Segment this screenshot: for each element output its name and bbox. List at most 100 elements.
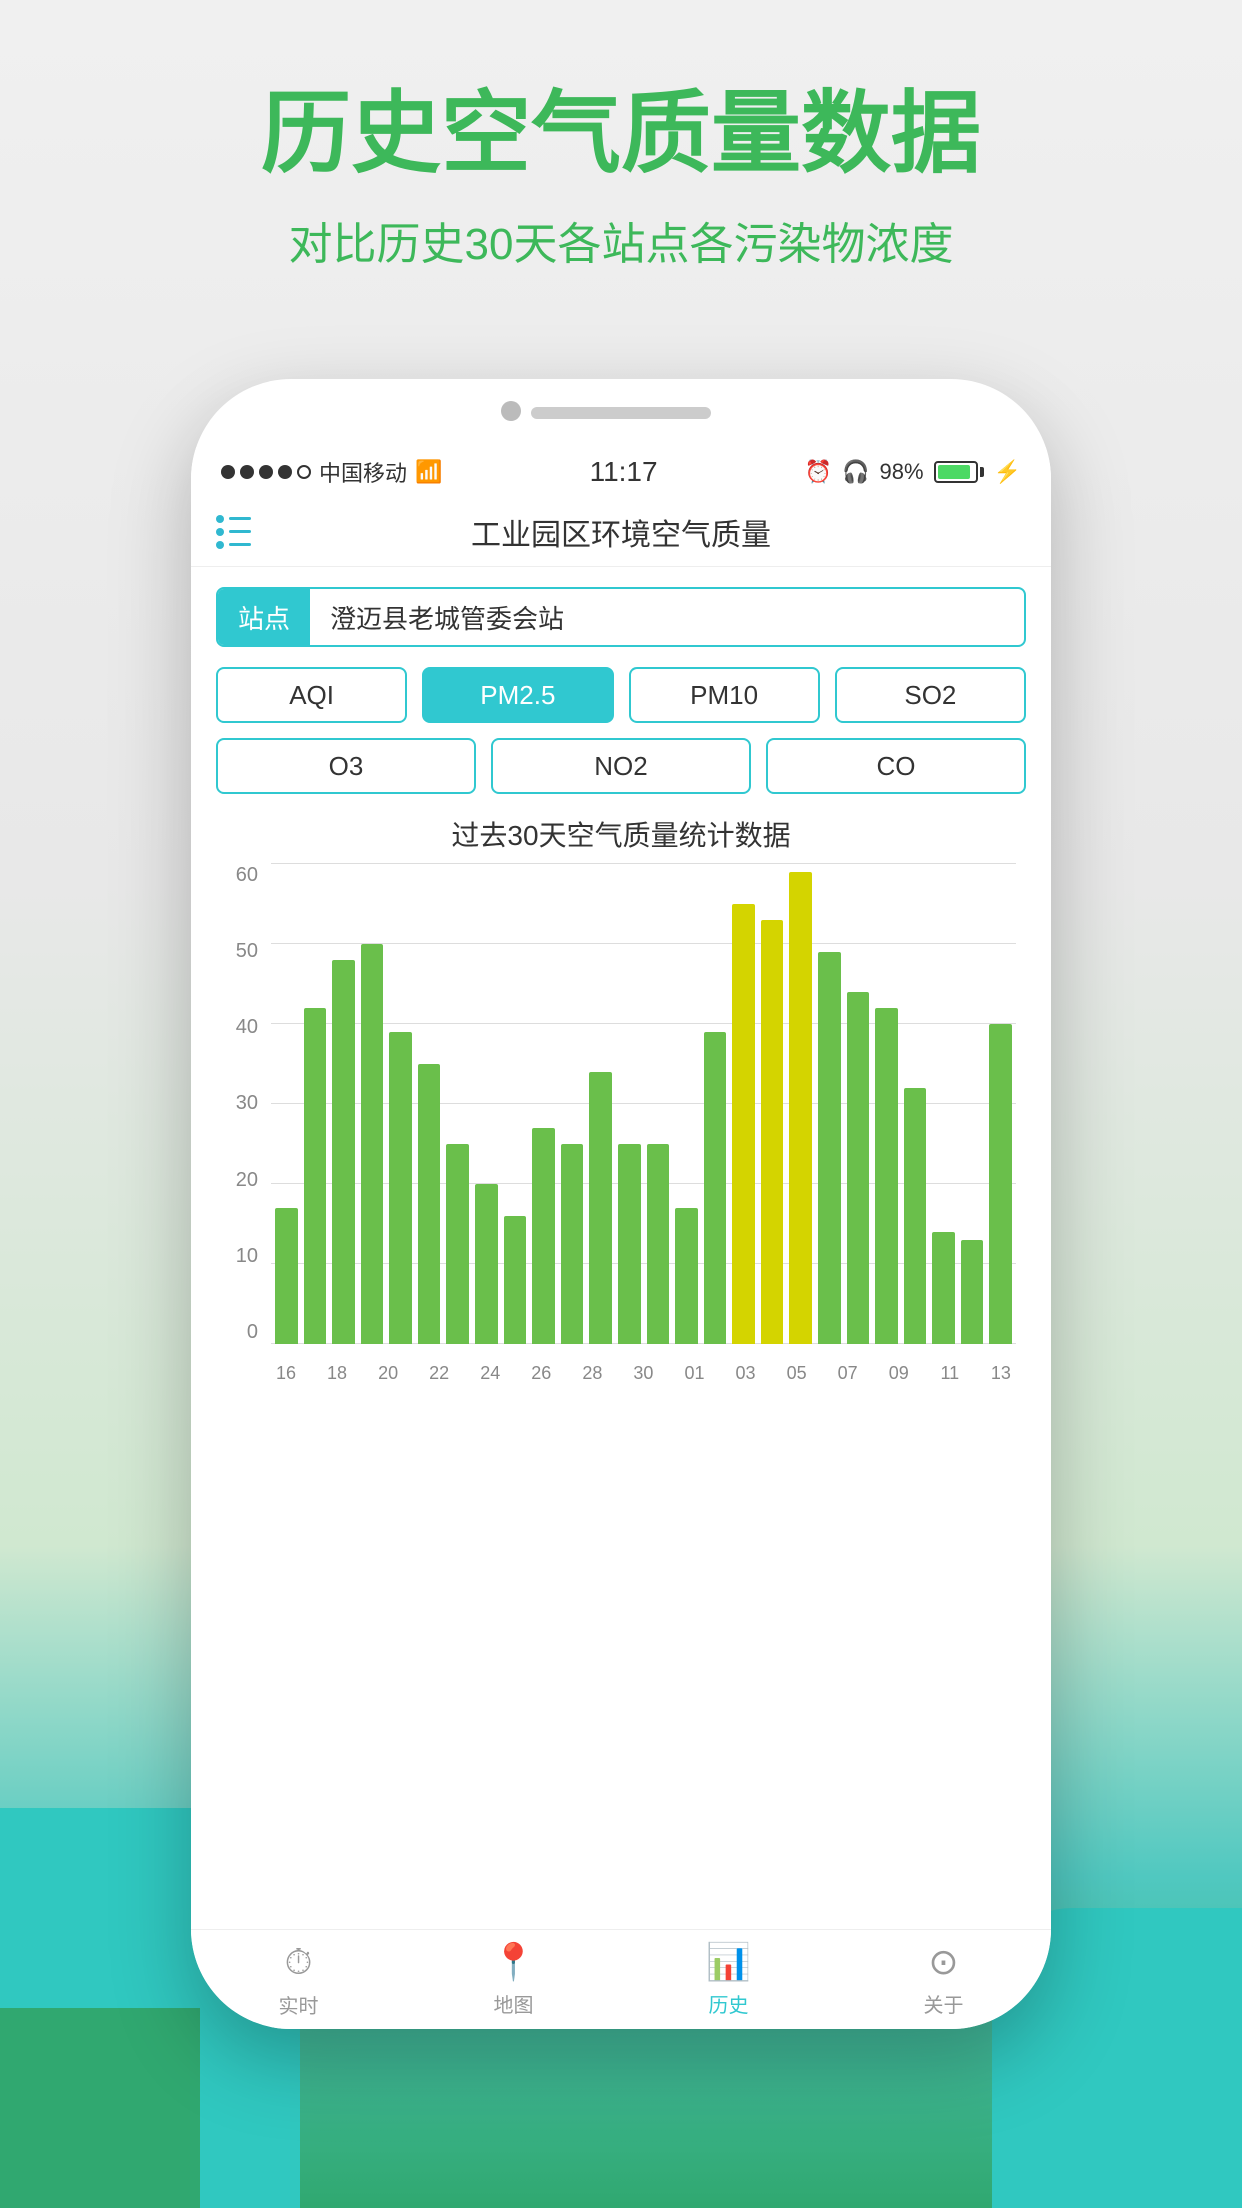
bar-18 [789,872,812,1344]
menu-line-2 [229,530,251,533]
nav-item-history[interactable]: 📊 历史 [621,1941,836,2018]
x-label-13: 11 [935,1363,965,1384]
app-content: 站点 澄迈县老城管委会站 AQI PM2.5 PM10 SO2 [191,567,1051,1929]
bar-3 [361,944,384,1344]
menu-dot-3 [216,541,224,549]
status-time: 11:17 [590,456,658,488]
carrier-label: 中国移动 [319,456,407,488]
x-label-10: 05 [782,1363,812,1384]
phone-speaker [531,407,711,419]
battery-bar [934,461,984,483]
menu-dot-2 [216,528,224,536]
btn-aqi[interactable]: AQI [216,667,407,723]
bar-16 [732,904,755,1344]
nav-item-realtime[interactable]: ⏱ 实时 [191,1941,406,2019]
nav-label-about: 关于 [924,1989,964,2018]
bar-23 [932,1232,955,1344]
status-left: 中国移动 📶 [221,456,442,488]
bar-17 [761,920,784,1344]
y-label-30: 30 [216,1092,266,1115]
map-pin-icon: 📍 [491,1941,536,1983]
bar-12 [618,1144,641,1344]
x-label-7: 30 [628,1363,658,1384]
status-bar: 中国移动 📶 11:17 ⏰ 🎧 98% ⚡ [191,447,1051,497]
btn-pm10[interactable]: PM10 [629,667,820,723]
battery-fill [938,465,970,479]
x-label-14: 13 [986,1363,1016,1384]
nav-item-map[interactable]: 📍 地图 [406,1941,621,2018]
btn-no2[interactable]: NO2 [491,738,751,794]
pollutant-grid: AQI PM2.5 PM10 SO2 O3 NO2 [216,667,1026,794]
menu-line-3 [229,543,251,546]
chart-y-axis: 0 10 20 30 40 50 60 [216,864,266,1344]
x-label-12: 09 [884,1363,914,1384]
menu-line-1 [229,517,251,520]
y-label-50: 50 [216,940,266,963]
bar-5 [418,1064,441,1344]
y-label-40: 40 [216,1016,266,1039]
bar-chart-icon: 📊 [706,1941,751,1983]
btn-so2[interactable]: SO2 [835,667,1026,723]
phone-camera [501,401,521,421]
bar-10 [561,1144,584,1344]
x-label-8: 01 [680,1363,710,1384]
menu-button[interactable] [216,515,251,549]
bar-22 [904,1088,927,1344]
x-label-9: 03 [731,1363,761,1384]
bar-19 [818,952,841,1344]
signal-dot-5 [297,465,311,479]
signal-dot-4 [278,465,292,479]
btn-pm25[interactable]: PM2.5 [422,667,613,723]
app-title: 工业园区环境空气质量 [471,510,771,554]
nav-label-history: 历史 [709,1989,749,2018]
bar-25 [989,1024,1012,1344]
app-header: 工业园区环境空气质量 [191,497,1051,567]
battery-body [934,461,978,483]
nav-item-about[interactable]: ⊙ 关于 [836,1941,1051,2018]
station-label: 站点 [218,589,310,645]
nav-label-realtime: 实时 [279,1990,319,2019]
bar-7 [475,1184,498,1344]
x-label-11: 07 [833,1363,863,1384]
phone-frame: 中国移动 📶 11:17 ⏰ 🎧 98% ⚡ 工业园区环境空气 [191,379,1051,2029]
station-value: 澄迈县老城管委会站 [310,589,1024,645]
bar-14 [675,1208,698,1344]
y-label-20: 20 [216,1169,266,1192]
bar-4 [389,1032,412,1344]
battery-tip [980,467,984,477]
bar-9 [532,1128,555,1344]
x-label-2: 20 [373,1363,403,1384]
x-label-6: 28 [577,1363,607,1384]
bar-20 [847,992,870,1344]
x-label-1: 18 [322,1363,352,1384]
pollutant-row-1: AQI PM2.5 PM10 SO2 [216,667,1026,723]
chart-title: 过去30天空气质量统计数据 [191,814,1051,854]
more-circle-icon: ⊙ [928,1941,958,1983]
alarm-icon: ⏰ [805,459,832,485]
btn-o3[interactable]: O3 [216,738,476,794]
chart-container: 0 10 20 30 40 50 60 16182022242628300103… [216,864,1026,1384]
bg-title-block: 历史空气质量数据 对比历史30天各站点各污染物浓度 [0,80,1242,272]
nav-label-map: 地图 [494,1989,534,2018]
menu-dot-1 [216,515,224,523]
pollutant-row-2: O3 NO2 CO [216,738,1026,794]
signal-dot-1 [221,465,235,479]
station-selector[interactable]: 站点 澄迈县老城管委会站 [216,587,1026,647]
status-right: ⏰ 🎧 98% ⚡ [805,459,1021,485]
y-label-60: 60 [216,864,266,887]
bars-container [271,864,1016,1344]
bar-11 [589,1072,612,1344]
bg-shape-green [0,2008,200,2208]
charging-icon: ⚡ [994,459,1021,485]
bg-title-sub: 对比历史30天各站点各污染物浓度 [0,208,1242,272]
x-label-3: 22 [424,1363,454,1384]
x-label-0: 16 [271,1363,301,1384]
btn-co[interactable]: CO [766,738,1026,794]
bar-15 [704,1032,727,1344]
bar-13 [647,1144,670,1344]
signal-dots [221,465,311,479]
x-label-5: 26 [526,1363,556,1384]
signal-dot-2 [240,465,254,479]
battery-percent: 98% [880,459,924,485]
bar-6 [446,1144,469,1344]
